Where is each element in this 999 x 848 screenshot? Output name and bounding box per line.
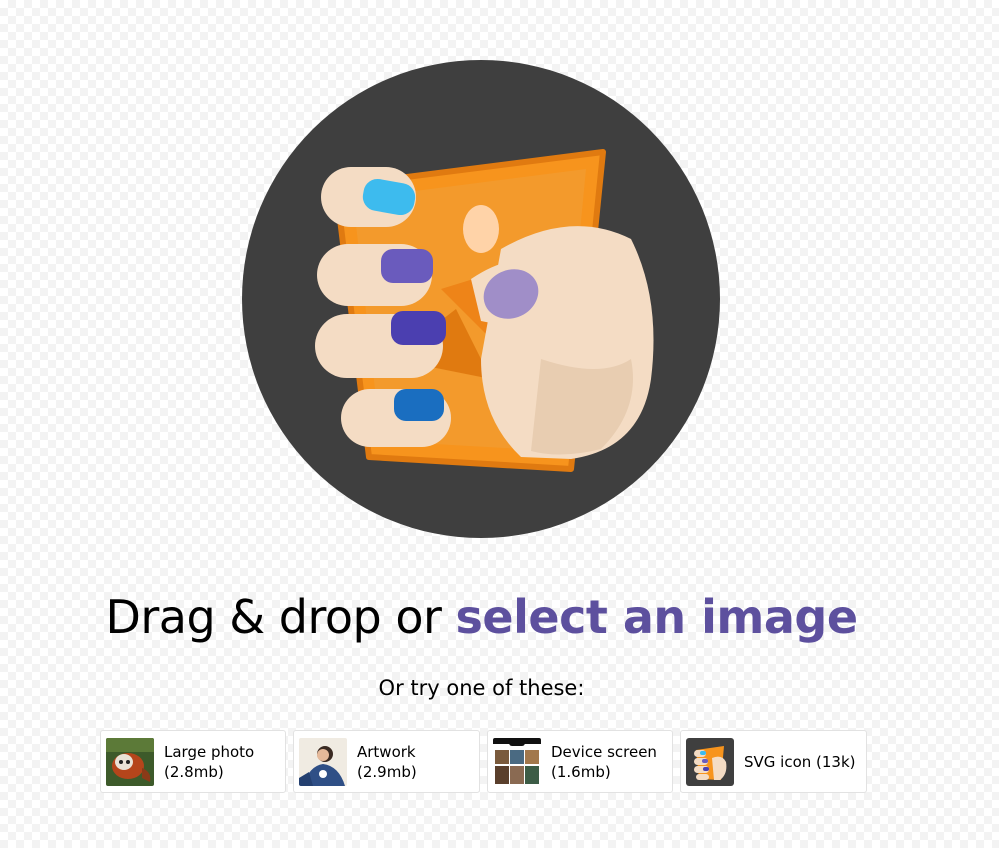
sample-images-list: Large photo (2.8mb) Artwork (2.9mb) Devi… — [100, 730, 867, 793]
sample-size: (1.6mb) — [551, 762, 611, 781]
sample-large-photo-button[interactable]: Large photo (2.8mb) — [100, 730, 286, 793]
hand-holding-card-icon — [242, 60, 720, 538]
svg-logo-thumb — [686, 737, 734, 786]
artwork-portrait-thumb — [299, 737, 347, 786]
sample-title: Large photo — [164, 742, 255, 761]
sample-title: Artwork — [357, 742, 416, 761]
phone-screenshot-thumb — [493, 737, 541, 786]
sample-title: SVG icon (13k) — [744, 752, 856, 771]
sample-images-subtitle: Or try one of these: — [378, 676, 585, 700]
red-panda-photo-thumb — [106, 737, 154, 786]
sample-size: (2.9mb) — [357, 762, 417, 781]
app-logo — [241, 59, 721, 539]
dropzone-prefix-text: Drag & drop or — [105, 590, 442, 644]
sample-artwork-button[interactable]: Artwork (2.9mb) — [293, 730, 480, 793]
sample-device-screen-button[interactable]: Device screen (1.6mb) — [487, 730, 673, 793]
sample-size: (2.8mb) — [164, 762, 224, 781]
sample-title: Device screen — [551, 742, 657, 761]
select-image-link[interactable]: select an image — [456, 590, 859, 644]
sample-svg-icon-button[interactable]: SVG icon (13k) — [680, 730, 867, 793]
dropzone-headline: Drag & drop or select an image — [0, 590, 963, 644]
